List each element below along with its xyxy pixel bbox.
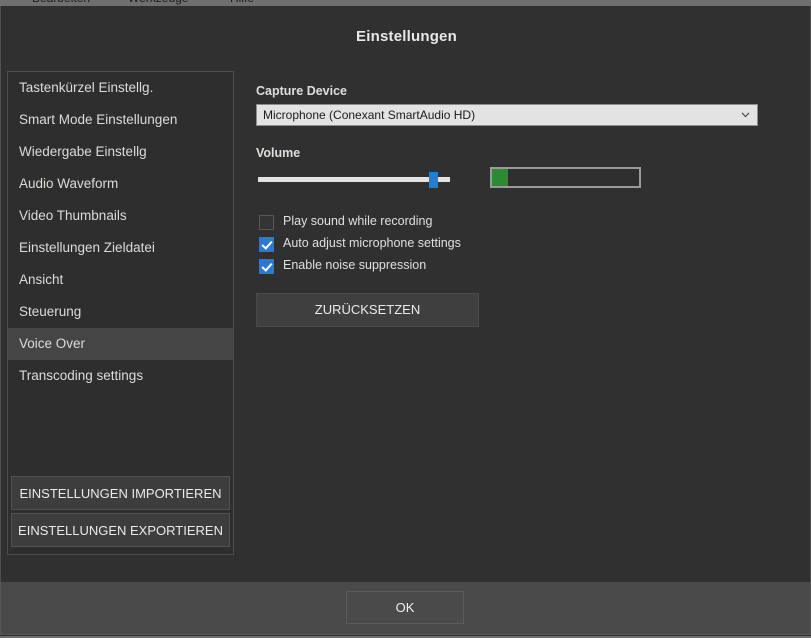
volume-level-meter [490, 167, 641, 188]
sidebar-item-video-thumbnails[interactable]: Video Thumbnails [8, 200, 233, 232]
auto-adjust-microphone-checkbox[interactable] [259, 237, 274, 252]
volume-level-meter-fill [492, 169, 509, 186]
ok-button[interactable]: OK [346, 591, 464, 624]
sidebar-item-label: Smart Mode Einstellungen [19, 112, 178, 127]
capture-device-label: Capture Device [256, 84, 348, 98]
sidebar-item-audio-waveform[interactable]: Audio Waveform [8, 168, 233, 200]
sidebar-item-transcoding-settings[interactable]: Transcoding settings [8, 360, 233, 392]
enable-noise-suppression-label: Enable noise suppression [283, 258, 427, 272]
sidebar-item-voice-over[interactable]: Voice Over [8, 328, 233, 360]
settings-dialog-body: Einstellungen Tastenkürzel Einstellg. Sm… [0, 6, 811, 582]
sidebar-item-label: Audio Waveform [19, 176, 119, 191]
sidebar-action-buttons: EINSTELLUNGEN IMPORTIEREN EINSTELLUNGEN … [8, 476, 233, 554]
import-settings-button[interactable]: EINSTELLUNGEN IMPORTIEREN [11, 476, 230, 510]
enable-noise-suppression-checkbox[interactable] [259, 259, 274, 274]
sidebar-category-list: Tastenkürzel Einstellg. Smart Mode Einst… [8, 72, 233, 484]
sidebar-item-label: Voice Over [19, 336, 86, 351]
settings-sidebar: Tastenkürzel Einstellg. Smart Mode Einst… [7, 71, 234, 555]
menu-item-bearbeiten[interactable]: Bearbeiten [32, 0, 90, 5]
reset-button[interactable]: ZURÜCKSETZEN [256, 293, 479, 327]
play-sound-while-recording-label: Play sound while recording [283, 214, 433, 228]
volume-label: Volume [256, 146, 301, 160]
dialog-footer: OK [0, 582, 811, 635]
menu-item-werkzeuge[interactable]: Werkzeuge [128, 0, 188, 5]
sidebar-item-einstellungen-zieldatei[interactable]: Einstellungen Zieldatei [8, 232, 233, 264]
capture-device-dropdown[interactable]: Microphone (Conexant SmartAudio HD) [256, 104, 758, 126]
sidebar-item-label: Tastenkürzel Einstellg. [19, 80, 154, 95]
sidebar-item-label: Transcoding settings [19, 368, 144, 383]
sidebar-item-label: Video Thumbnails [19, 208, 127, 223]
volume-slider-handle[interactable] [428, 172, 438, 188]
sidebar-item-smart-mode-einstellungen[interactable]: Smart Mode Einstellungen [8, 104, 233, 136]
sidebar-item-tastenkuerzel-einstellg[interactable]: Tastenkürzel Einstellg. [8, 72, 233, 104]
sidebar-item-label: Ansicht [19, 272, 64, 287]
export-settings-button[interactable]: EINSTELLUNGEN EXPORTIEREN [11, 513, 230, 547]
volume-slider[interactable] [258, 170, 450, 190]
sidebar-item-ansicht[interactable]: Ansicht [8, 264, 233, 296]
volume-slider-track [258, 177, 450, 182]
sidebar-item-label: Einstellungen Zieldatei [19, 240, 155, 255]
capture-device-value: Microphone (Conexant SmartAudio HD) [263, 108, 476, 122]
sidebar-item-steuerung[interactable]: Steuerung [8, 296, 233, 328]
sidebar-item-wiedergabe-einstellg[interactable]: Wiedergabe Einstellg [8, 136, 233, 168]
settings-window: Bearbeiten Werkzeuge Hilfe Einstellungen… [0, 0, 811, 638]
play-sound-while-recording-checkbox[interactable] [259, 215, 274, 230]
menu-item-hilfe[interactable]: Hilfe [230, 0, 254, 5]
sidebar-item-label: Steuerung [19, 304, 82, 319]
auto-adjust-microphone-label: Auto adjust microphone settings [283, 236, 461, 250]
chevron-down-icon [741, 112, 750, 118]
page-title: Einstellungen [356, 28, 457, 45]
sidebar-item-label: Wiedergabe Einstellg [19, 144, 147, 159]
